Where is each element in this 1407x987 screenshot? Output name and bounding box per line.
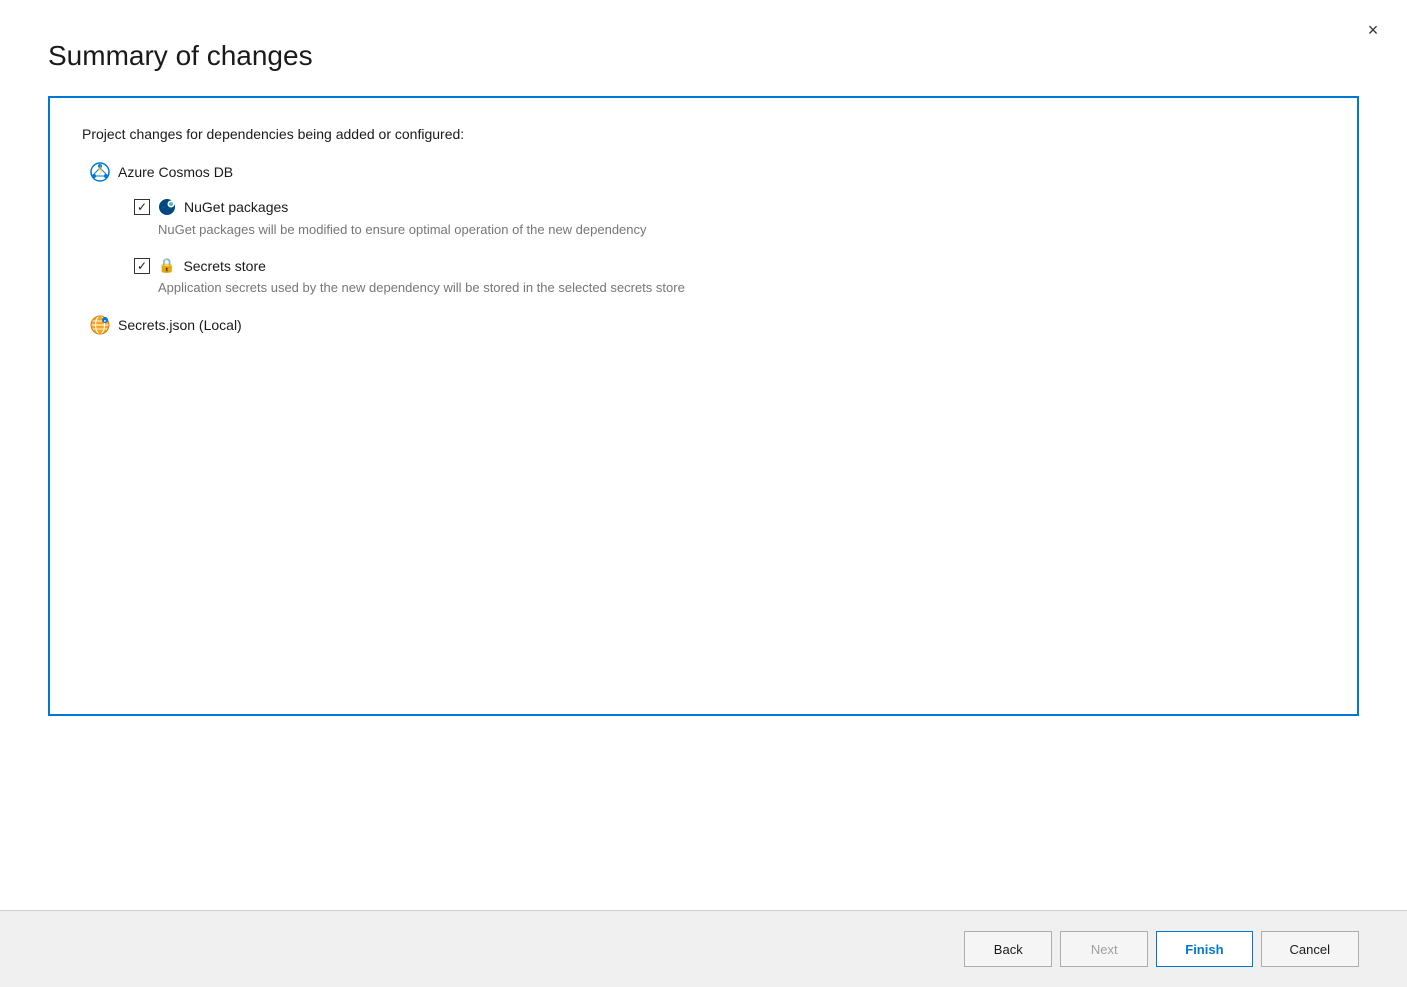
finish-button[interactable]: Finish (1156, 931, 1252, 967)
lock-icon: 🔒 (158, 257, 175, 274)
secrets-store-header: ✓ 🔒 Secrets store (134, 257, 1325, 274)
content-box: Project changes for dependencies being a… (48, 96, 1359, 716)
secrets-json-label: Secrets.json (Local) (118, 317, 242, 333)
dialog-title: Summary of changes (48, 40, 1359, 72)
secrets-store-checkbox[interactable]: ✓ (134, 258, 150, 274)
sub-items: ✓ NuGet packages (134, 198, 1325, 295)
back-button[interactable]: Back (964, 931, 1052, 967)
dialog-header: Summary of changes (0, 0, 1407, 96)
close-button[interactable]: × (1359, 16, 1387, 44)
azure-cosmos-db-label: Azure Cosmos DB (118, 164, 233, 180)
summary-dialog: × Summary of changes Project changes for… (0, 0, 1407, 987)
azure-cosmos-db-icon (90, 162, 110, 182)
nuget-icon (158, 198, 176, 216)
nuget-packages-label: NuGet packages (184, 199, 288, 215)
dialog-content: Project changes for dependencies being a… (0, 96, 1407, 910)
azure-cosmos-db-header: Azure Cosmos DB (90, 162, 1325, 182)
dialog-footer: Back Next Finish Cancel (0, 910, 1407, 987)
secrets-store-label: Secrets store (183, 258, 265, 274)
azure-cosmos-db-item: Azure Cosmos DB ✓ (82, 162, 1325, 295)
next-button[interactable]: Next (1060, 931, 1148, 967)
nuget-header: ✓ NuGet packages (134, 198, 1325, 216)
secrets-store-item: ✓ 🔒 Secrets store Application secrets us… (134, 257, 1325, 295)
secrets-json-item: ● Secrets.json (Local) (90, 315, 1325, 335)
nuget-description: NuGet packages will be modified to ensur… (158, 222, 1325, 237)
nuget-checkbox[interactable]: ✓ (134, 199, 150, 215)
nuget-checkmark: ✓ (137, 200, 147, 214)
intro-text: Project changes for dependencies being a… (82, 126, 1325, 142)
secrets-json-icon: ● (90, 315, 110, 335)
secrets-store-checkmark: ✓ (137, 259, 147, 273)
cancel-button[interactable]: Cancel (1261, 931, 1359, 967)
nuget-packages-item: ✓ NuGet packages (134, 198, 1325, 237)
secrets-store-description: Application secrets used by the new depe… (158, 280, 1325, 295)
